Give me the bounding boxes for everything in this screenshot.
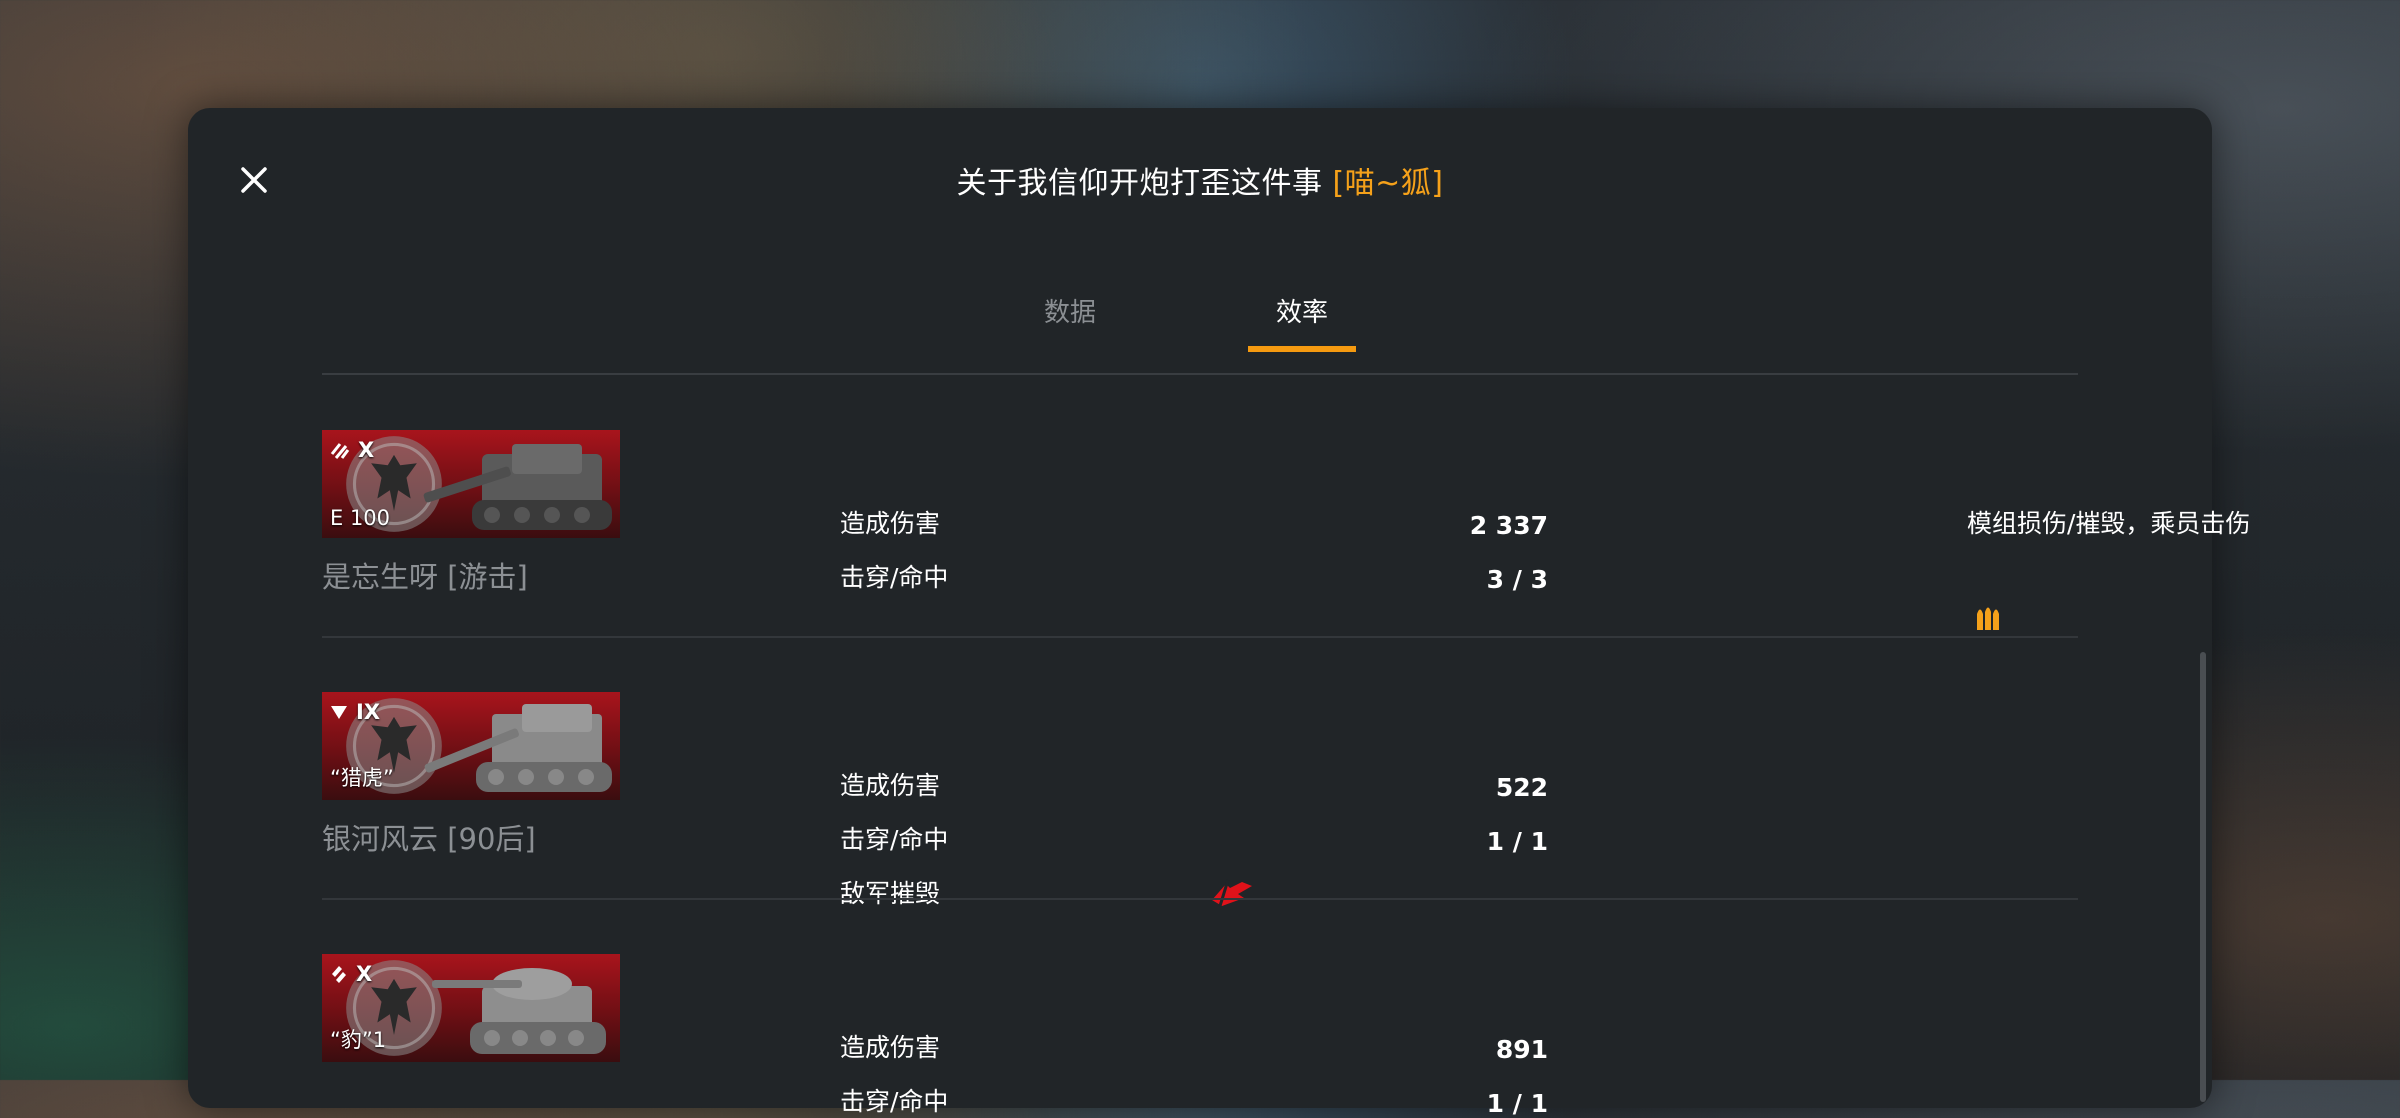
- tank-destroyer-icon: [331, 706, 347, 719]
- tank-tier: X: [330, 438, 374, 462]
- tab-bar: 数据 效率: [188, 288, 2212, 352]
- tank-image: [424, 704, 612, 792]
- tank-destroyer-icon: [330, 443, 350, 459]
- tank-name: “猎虎”: [330, 766, 394, 790]
- scrollbar[interactable]: [2200, 652, 2206, 1102]
- damage-label: 造成伤害: [840, 771, 941, 800]
- penetration-value: 1 / 1: [1486, 827, 1548, 856]
- penetration-label: 击穿/命中: [840, 1087, 949, 1116]
- clan-tag: [喵~狐]: [1332, 166, 1444, 201]
- list-item[interactable]: X E 100 是忘生呀 [游击] 造成伤害 2 337 击穿/命中 3 / 3…: [322, 430, 2250, 692]
- dialog-title: 关于我信仰开炮打歪这件事 [喵~狐]: [188, 158, 2212, 202]
- player-name: 关于我信仰开炮打歪这件事: [956, 166, 1323, 201]
- tab-efficiency[interactable]: 效率: [1248, 288, 1356, 352]
- damage-label: 造成伤害: [840, 1033, 941, 1062]
- row-divider: [322, 898, 2078, 900]
- tank-name: “豹”1: [330, 1028, 387, 1052]
- destroyed-tank-icon: [1212, 879, 1252, 907]
- medium-tank-icon: [332, 966, 346, 983]
- damage-value: 891: [1495, 1035, 1548, 1064]
- damage-value: 522: [1495, 773, 1548, 802]
- tank-banner: X E 100: [322, 430, 620, 538]
- destroyed-label: 敌军摧毁: [840, 879, 941, 908]
- tab-data[interactable]: 数据: [1020, 288, 1120, 348]
- tank-banner: IX “猎虎”: [322, 692, 620, 800]
- tank-tier: X: [330, 962, 372, 986]
- tab-data-label: 数据: [1043, 298, 1096, 328]
- tank-image: [423, 444, 612, 530]
- player-label: 是忘生呀 [游击]: [322, 560, 528, 594]
- tank-image: [432, 968, 606, 1054]
- damage-value: 2 337: [1469, 511, 1548, 540]
- row-divider: [322, 636, 2078, 638]
- penetration-label: 击穿/命中: [840, 563, 949, 592]
- list-item[interactable]: IX “猎虎” 银河风云 [90后] 造成伤害 522 击穿/命中 1 / 1 …: [322, 692, 2078, 954]
- list-item[interactable]: X “豹”1 造成伤害 891 击穿/命中 1 / 1: [322, 954, 2078, 1118]
- tank-banner: X “豹”1: [322, 954, 620, 1062]
- shells-icon: [1977, 607, 1999, 630]
- penetration-label: 击穿/命中: [840, 825, 949, 854]
- tier-label: IX: [356, 700, 381, 724]
- active-tab-indicator: [1248, 346, 1356, 352]
- tab-efficiency-label: 效率: [1275, 298, 1328, 328]
- penetration-value: 1 / 1: [1486, 1089, 1548, 1118]
- tier-label: X: [358, 438, 375, 462]
- tank-tier: IX: [330, 700, 380, 724]
- damage-label: 造成伤害: [840, 509, 941, 538]
- penetration-value: 3 / 3: [1486, 565, 1548, 594]
- tabs-divider: [322, 373, 2078, 375]
- results-dialog: 关于我信仰开炮打歪这件事 [喵~狐] 数据 效率 X E 100 是忘生呀 [游…: [188, 108, 2250, 1118]
- tier-label: X: [356, 962, 373, 986]
- modules-crew-label: 模组损伤/摧毁，乘员击伤: [1967, 509, 2251, 538]
- player-label: 银河风云 [90后]: [322, 822, 536, 856]
- tank-name: E 100: [330, 506, 391, 530]
